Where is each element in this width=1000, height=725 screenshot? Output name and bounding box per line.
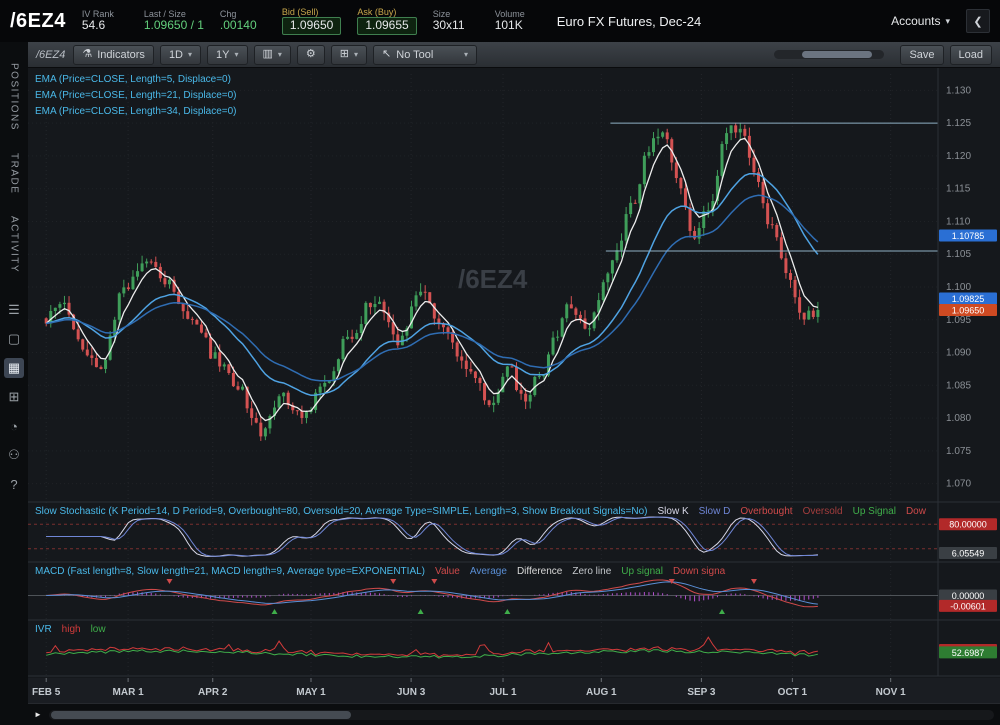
time-axis-label: SEP 3: [687, 687, 716, 698]
svg-text:80.00000: 80.00000: [949, 520, 987, 530]
price-axis-label: 1.070: [946, 479, 971, 490]
price-axis-label: 1.075: [946, 446, 971, 457]
chart-area[interactable]: FEB 5 MAR 1 APR 2 MAY 1 JUN 3 JUL 1 AUG 1 SEP 3…: [28, 68, 1000, 703]
header: /6EZ4 IV Rank 54.6 Last / Size 1.09650 /…: [0, 0, 1000, 42]
collapse-panel-button[interactable]: ❮: [966, 9, 990, 33]
beaker-icon: ⚗: [82, 49, 92, 60]
axis-badge: 52.6987: [939, 646, 997, 658]
indicators-button[interactable]: ⚗ Indicators: [73, 45, 154, 65]
field-size: Size 30x11: [433, 9, 479, 33]
save-button[interactable]: Save: [900, 45, 943, 65]
price-axis-label: 1.085: [946, 380, 971, 391]
chevron-down-icon: ▾: [464, 50, 468, 59]
price-axis-label: 1.110: [946, 216, 971, 227]
field-change: Chg .00140: [220, 9, 266, 33]
time-axis-label: NOV 1: [876, 687, 906, 698]
time-axis-label: OCT 1: [778, 687, 808, 698]
load-button[interactable]: Load: [950, 45, 992, 65]
tab-positions[interactable]: POSITIONS: [9, 52, 20, 142]
time-axis-label: MAR 1: [113, 687, 145, 698]
chevron-down-icon: ▾: [188, 50, 192, 59]
chart-watermark: /6EZ4: [458, 264, 528, 294]
price-axis-label: 1.115: [946, 184, 971, 195]
history-icon[interactable]: ◔: [4, 416, 24, 436]
timeframe-dropdown[interactable]: 1D ▾: [160, 45, 201, 65]
svg-text:1.09825: 1.09825: [952, 294, 985, 304]
help-icon[interactable]: ?: [4, 474, 24, 494]
axis-badge: -0.00601: [939, 600, 997, 612]
svg-text:-0.00601: -0.00601: [950, 601, 986, 611]
svg-text:6.05549: 6.05549: [952, 549, 985, 559]
svg-text:1.09650: 1.09650: [952, 305, 985, 315]
price-axis-label: 1.090: [946, 348, 971, 359]
expand-arrow-icon[interactable]: ►: [34, 710, 42, 719]
charts-icon[interactable]: ▦: [4, 358, 24, 378]
chart-symbol-field[interactable]: /6EZ4: [36, 49, 65, 61]
grid-layout-dropdown[interactable]: ⊞ ▾: [331, 45, 367, 65]
price-axis-label: 1.105: [946, 249, 971, 260]
grid-icon: ⊞: [340, 49, 349, 60]
svg-text:0.00000: 0.00000: [952, 591, 985, 601]
range-dropdown[interactable]: 1Y ▾: [207, 45, 247, 65]
cursor-icon: ↖: [382, 49, 391, 60]
price-axis-label: 1.125: [946, 118, 971, 129]
time-scrollbar-row: ►: [28, 703, 1000, 725]
time-axis-label: MAY 1: [296, 687, 326, 698]
bar-chart-icon: ▥: [263, 49, 273, 60]
axis-badge: 1.10785: [939, 230, 997, 242]
axis-badge: 0.00000: [939, 590, 997, 602]
gear-icon: ⚙: [306, 49, 316, 60]
chevron-left-icon: ❮: [973, 15, 982, 28]
axis-badge: 1.09825: [939, 292, 997, 304]
chevron-down-icon: ▾: [234, 50, 238, 59]
axis-badge: 6.05549: [939, 547, 997, 559]
field-last-size: Last / Size 1.09650 / 1: [144, 9, 204, 33]
axis-badge: 1.09650: [939, 304, 997, 316]
bid-button[interactable]: 1.09650: [282, 17, 341, 35]
tab-activity[interactable]: ACTIVITY: [9, 205, 20, 284]
time-axis-label: FEB 5: [32, 687, 61, 698]
time-scrollbar-handle[interactable]: [51, 711, 351, 719]
tab-trade[interactable]: TRADE: [9, 142, 20, 205]
field-iv-rank: IV Rank 54.6: [82, 9, 128, 33]
chart-style-dropdown[interactable]: ▥ ▾: [254, 45, 291, 65]
widgets-icon[interactable]: ⊞: [4, 387, 24, 407]
axis-badge: 80.00000: [939, 518, 997, 530]
svg-text:52.6987: 52.6987: [952, 648, 985, 658]
field-bid: Bid (Sell) 1.09650: [282, 7, 341, 35]
left-sidebar: POSITIONS TRADE ACTIVITY ☰ ▢ ▦ ⊞ ◔ ⚇ ?: [0, 42, 28, 725]
price-axis-label: 1.120: [946, 151, 971, 162]
chevron-down-icon: ▾: [354, 50, 358, 59]
price-axis-label: 1.100: [946, 282, 971, 293]
price-chart[interactable]: FEB 5 MAR 1 APR 2 MAY 1 JUN 3 JUL 1 AUG 1 SEP 3…: [28, 68, 1000, 703]
price-axis-label: 1.095: [946, 315, 971, 326]
accounts-dropdown[interactable]: Accounts ▾: [891, 14, 950, 28]
time-axis-label: AUG 1: [586, 687, 617, 698]
field-ask: Ask (Buy) 1.09655: [357, 7, 416, 35]
price-axis-label: 1.080: [946, 413, 971, 424]
price-axis-label: 1.130: [946, 85, 971, 96]
chart-toolbar: /6EZ4 ⚗ Indicators 1D ▾ 1Y ▾ ▥ ▾ ⚙ ⊞: [28, 42, 1000, 68]
ask-button[interactable]: 1.09655: [357, 17, 416, 35]
watchlist-icon[interactable]: ☰: [4, 300, 24, 320]
svg-text:1.10785: 1.10785: [952, 231, 985, 241]
field-volume: Volume 101K: [495, 9, 541, 33]
drawing-tool-dropdown[interactable]: ↖ No Tool ▾: [373, 45, 477, 65]
header-symbol[interactable]: /6EZ4: [10, 10, 66, 33]
time-scrollbar[interactable]: [49, 710, 994, 720]
chart-settings-button[interactable]: ⚙: [297, 45, 325, 65]
community-icon[interactable]: ⚇: [4, 445, 24, 465]
chevron-down-icon: ▾: [945, 16, 950, 27]
monitor-icon[interactable]: ▢: [4, 329, 24, 349]
time-axis-label: APR 2: [198, 687, 228, 698]
chevron-down-icon: ▾: [278, 50, 282, 59]
time-zoom-slider[interactable]: [774, 50, 884, 59]
time-axis-label: JUL 1: [489, 687, 516, 698]
time-axis-label: JUN 3: [397, 687, 426, 698]
instrument-title: Euro FX Futures, Dec-24: [557, 14, 702, 29]
slider-handle[interactable]: [802, 51, 872, 58]
